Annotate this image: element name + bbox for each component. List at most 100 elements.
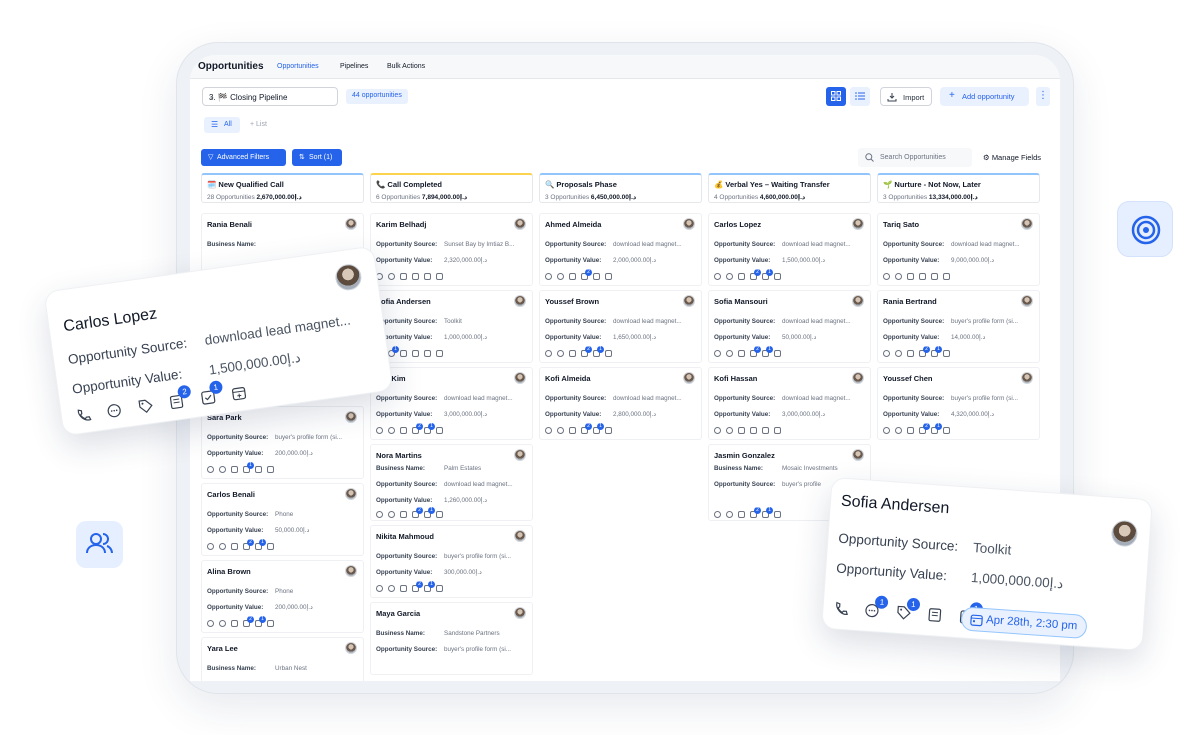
task-icon[interactable] bbox=[424, 273, 431, 280]
opportunity-card[interactable]: Youssef Chen Opportunity Source: buyer's … bbox=[877, 367, 1040, 440]
phone-icon[interactable] bbox=[883, 427, 890, 434]
phone-icon[interactable] bbox=[545, 273, 552, 280]
chat-icon[interactable]: 1 bbox=[388, 346, 399, 357]
task-icon[interactable] bbox=[593, 273, 600, 280]
task-icon[interactable]: 1 bbox=[762, 346, 773, 357]
tag-icon[interactable] bbox=[400, 511, 407, 518]
phone-icon[interactable] bbox=[714, 427, 721, 434]
notes-icon[interactable]: 2 bbox=[412, 423, 423, 434]
task-icon[interactable]: 1 bbox=[931, 423, 942, 434]
task-icon[interactable]: 1 bbox=[593, 346, 604, 357]
phone-icon[interactable] bbox=[883, 273, 890, 280]
calendar-icon[interactable] bbox=[436, 511, 443, 518]
notes-icon[interactable]: 2 bbox=[581, 346, 592, 357]
tag-icon[interactable] bbox=[400, 273, 407, 280]
tag-icon[interactable] bbox=[231, 466, 238, 473]
notes-icon[interactable]: 2 bbox=[750, 507, 761, 518]
calendar-icon[interactable] bbox=[436, 350, 443, 357]
notes-icon[interactable]: 2 bbox=[243, 616, 254, 627]
advanced-filters-button[interactable]: ▽ Advanced Filters bbox=[201, 149, 286, 166]
opportunity-card[interactable]: Carlos Lopez Opportunity Source: download… bbox=[708, 213, 871, 286]
phone-icon[interactable] bbox=[883, 350, 890, 357]
opportunity-card[interactable]: Rania Bertrand Opportunity Source: buyer'… bbox=[877, 290, 1040, 363]
calendar-icon[interactable] bbox=[436, 273, 443, 280]
opportunity-card[interactable]: Yara Lee Business Name: Urban Nest bbox=[201, 637, 364, 681]
tag-icon[interactable] bbox=[738, 350, 745, 357]
search-input[interactable]: Search Opportunities bbox=[858, 148, 972, 167]
phone-icon[interactable] bbox=[545, 350, 552, 357]
task-icon[interactable]: 1 bbox=[593, 423, 604, 434]
calendar-icon[interactable] bbox=[605, 427, 612, 434]
list-view-button[interactable] bbox=[850, 87, 870, 106]
task-icon[interactable]: 1 bbox=[424, 507, 435, 518]
tag-icon[interactable] bbox=[907, 350, 914, 357]
chat-icon[interactable] bbox=[388, 585, 395, 592]
chat-icon[interactable] bbox=[106, 402, 123, 419]
grid-view-button[interactable] bbox=[826, 87, 846, 106]
chat-icon[interactable] bbox=[557, 427, 564, 434]
task-icon[interactable]: 1 bbox=[255, 616, 266, 627]
task-icon[interactable]: 1 bbox=[762, 507, 773, 518]
notes-icon[interactable]: 2 bbox=[168, 384, 192, 410]
task-icon[interactable] bbox=[255, 466, 262, 473]
notes-icon[interactable]: 2 bbox=[243, 539, 254, 550]
task-icon[interactable]: 1 bbox=[200, 379, 224, 406]
chat-icon[interactable] bbox=[388, 511, 395, 518]
opportunity-card[interactable]: Sara Park Opportunity Source: buyer's pro… bbox=[201, 406, 364, 479]
calendar-icon[interactable] bbox=[231, 385, 248, 402]
opportunity-card[interactable]: Youssef Brown Opportunity Source: downloa… bbox=[539, 290, 702, 363]
chat-icon[interactable] bbox=[388, 427, 395, 434]
opportunity-card[interactable]: Nikita Mahmoud Opportunity Source: buyer'… bbox=[370, 525, 533, 598]
opportunity-card[interactable]: Leo Kim Opportunity Source:download lead… bbox=[370, 367, 533, 440]
notes-icon[interactable]: 2 bbox=[750, 346, 761, 357]
tag-icon[interactable] bbox=[400, 427, 407, 434]
chat-icon[interactable] bbox=[219, 543, 226, 550]
chat-icon[interactable] bbox=[388, 273, 395, 280]
opportunity-card[interactable]: Carlos Benali Opportunity Source: Phone O… bbox=[201, 483, 364, 556]
tag-icon[interactable] bbox=[907, 273, 914, 280]
appointment-date-pill[interactable]: Apr 28th, 2:30 pm bbox=[960, 606, 1088, 640]
calendar-icon[interactable] bbox=[605, 350, 612, 357]
tag-icon[interactable] bbox=[569, 273, 576, 280]
phone-icon[interactable] bbox=[207, 543, 214, 550]
notes-icon[interactable]: 1 bbox=[243, 462, 254, 473]
notes-icon[interactable] bbox=[750, 427, 757, 434]
sort-button[interactable]: ⇅ Sort (1) bbox=[292, 149, 342, 166]
notes-icon[interactable]: 2 bbox=[919, 346, 930, 357]
chat-icon[interactable] bbox=[557, 273, 564, 280]
tag-icon[interactable] bbox=[231, 620, 238, 627]
opportunity-card[interactable]: Tariq Sato Opportunity Source: download l… bbox=[877, 213, 1040, 286]
pipeline-select[interactable]: 3. 🏁 Closing Pipeline ⌄ bbox=[202, 87, 338, 106]
calendar-icon[interactable] bbox=[267, 466, 274, 473]
phone-icon[interactable] bbox=[376, 427, 383, 434]
opportunity-card[interactable]: Karim Belhadj Opportunity Source: Sunset … bbox=[370, 213, 533, 286]
chat-icon[interactable]: 1 bbox=[864, 595, 889, 619]
phone-icon[interactable] bbox=[207, 620, 214, 627]
notes-icon[interactable]: 2 bbox=[750, 269, 761, 280]
tab-pipelines[interactable]: Pipelines bbox=[340, 63, 368, 70]
phone-icon[interactable] bbox=[714, 273, 721, 280]
add-list-tab[interactable]: + List bbox=[250, 121, 267, 128]
task-icon[interactable]: 1 bbox=[255, 539, 266, 550]
opportunity-card[interactable]: Ahmed Almeida Opportunity Source: downloa… bbox=[539, 213, 702, 286]
task-icon[interactable]: 1 bbox=[424, 423, 435, 434]
tag-icon[interactable] bbox=[137, 398, 154, 415]
tag-icon[interactable] bbox=[231, 543, 238, 550]
add-opportunity-button[interactable]: + Add opportunity bbox=[940, 87, 1029, 106]
notes-icon[interactable]: 2 bbox=[581, 423, 592, 434]
task-icon[interactable] bbox=[424, 350, 431, 357]
phone-icon[interactable] bbox=[75, 407, 92, 424]
chat-icon[interactable] bbox=[726, 350, 733, 357]
calendar-icon[interactable] bbox=[943, 350, 950, 357]
phone-icon[interactable] bbox=[714, 511, 721, 518]
tag-icon[interactable] bbox=[400, 350, 407, 357]
chat-icon[interactable] bbox=[895, 350, 902, 357]
opportunity-card[interactable]: Kofi Hassan Opportunity Source: download … bbox=[708, 367, 871, 440]
tab-opportunities[interactable]: Opportunities bbox=[277, 63, 319, 70]
calendar-icon[interactable] bbox=[267, 543, 274, 550]
calendar-icon[interactable] bbox=[267, 620, 274, 627]
tag-icon[interactable] bbox=[400, 585, 407, 592]
tag-icon[interactable] bbox=[569, 350, 576, 357]
notes-icon[interactable]: 2 bbox=[412, 507, 423, 518]
task-icon[interactable]: 1 bbox=[931, 346, 942, 357]
